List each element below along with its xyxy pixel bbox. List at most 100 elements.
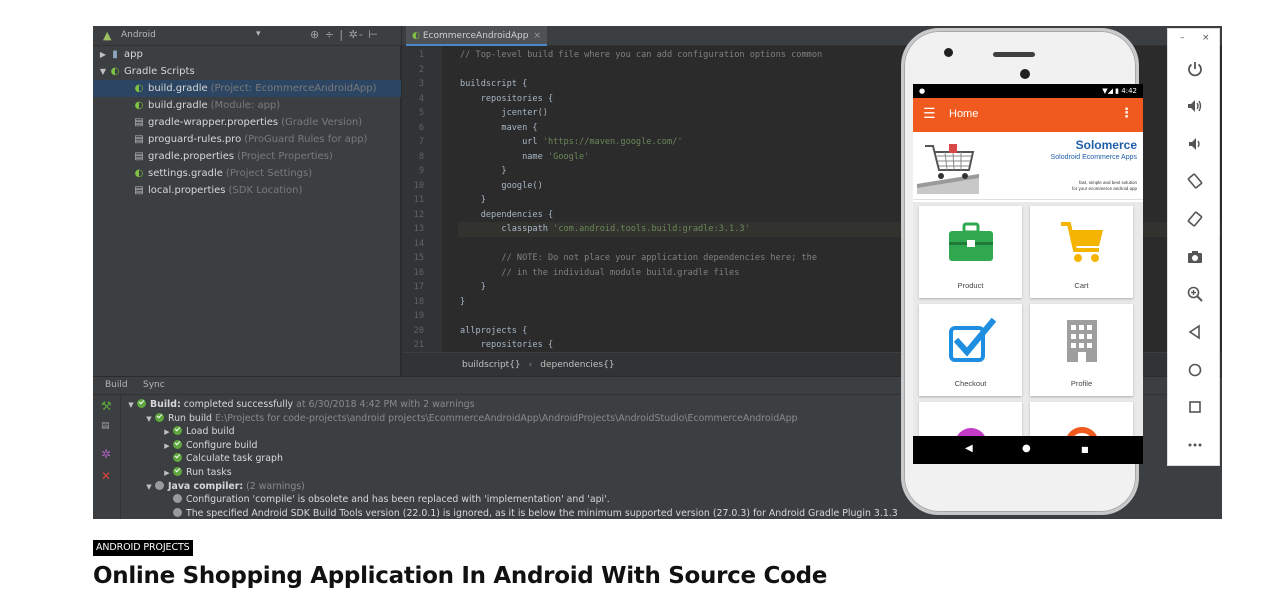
close-button[interactable]: × xyxy=(1202,33,1210,43)
project-tree-item[interactable]: ▤ gradle.properties (Project Properties) xyxy=(93,148,401,165)
chevron-right-icon[interactable]: ▶ xyxy=(161,426,173,440)
code-line[interactable]: // in the individual module build.gradle… xyxy=(460,266,739,281)
breadcrumb-item[interactable]: buildscript{} xyxy=(462,360,521,370)
tree-item-detail: (SDK Location) xyxy=(228,185,303,196)
panel-tools[interactable]: ⊕ ÷ | ✲- ⊢ xyxy=(310,28,379,41)
tree-item-label: proguard-rules.pro xyxy=(148,134,242,145)
tile-checkout[interactable]: Checkout xyxy=(919,304,1022,396)
tile-cart[interactable]: Cart xyxy=(1030,206,1133,298)
overview-icon[interactable] xyxy=(1182,394,1208,420)
volume-up-icon[interactable] xyxy=(1182,93,1208,119)
home-icon[interactable] xyxy=(1182,357,1208,383)
camera-icon[interactable] xyxy=(1182,244,1208,270)
build-output-row[interactable]: ▶ Run tasks xyxy=(161,466,232,480)
more-icon[interactable] xyxy=(1182,432,1208,458)
build-output-row[interactable]: ▼ Run build E:\Projects for code-projects… xyxy=(143,412,798,426)
status-icons: ▼◢ ▮ 4:42 xyxy=(1102,87,1137,95)
line-number: 21 xyxy=(413,340,424,350)
chevron-down-icon[interactable]: ▼ xyxy=(97,63,109,80)
code-line[interactable]: repositories { xyxy=(460,338,553,353)
project-tree-item[interactable]: ▶ ▮ app xyxy=(93,46,401,63)
chevron-down-icon[interactable]: ▾ xyxy=(256,29,261,39)
project-tree-item[interactable]: ▼ ◐ Gradle Scripts xyxy=(93,63,401,80)
chevron-down-icon[interactable]: ▼ xyxy=(125,399,137,413)
check-circle-icon xyxy=(173,467,182,476)
code-line[interactable]: google() xyxy=(460,179,542,194)
build-row-text: Load build xyxy=(186,426,235,438)
banner-subtitle: Solodroid Ecommerce Apps xyxy=(1050,154,1137,161)
toggle-view-icon[interactable]: ▤ xyxy=(101,421,110,431)
build-output-row[interactable]: Calculate task graph xyxy=(161,452,283,466)
tab-build[interactable]: Build xyxy=(105,380,128,390)
project-tree-item[interactable]: ◐ build.gradle (Project: EcommerceAndroidA… xyxy=(93,80,401,97)
build-output-row[interactable]: ▶ Configure build xyxy=(161,439,257,453)
build-output-row[interactable]: ▼ Java compiler: (2 warnings) xyxy=(143,480,305,494)
fold-column xyxy=(442,46,458,352)
hamburger-menu-icon[interactable]: ☰ xyxy=(923,106,936,122)
code-line[interactable]: repositories { xyxy=(460,92,553,107)
code-line[interactable]: dependencies { xyxy=(460,208,553,223)
code-line[interactable]: buildscript { xyxy=(460,77,527,92)
breadcrumb-item[interactable]: dependencies{} xyxy=(540,360,614,370)
zoom-icon[interactable] xyxy=(1182,281,1208,307)
code-line[interactable]: } xyxy=(460,280,486,295)
code-line[interactable]: } xyxy=(460,193,486,208)
code-line[interactable]: name 'Google' xyxy=(460,150,589,165)
overview-icon[interactable]: ■ xyxy=(1081,445,1089,454)
code-line[interactable]: } xyxy=(460,164,506,179)
close-icon[interactable]: × xyxy=(533,31,541,41)
code-line[interactable]: // NOTE: Do not place your application d… xyxy=(460,251,817,266)
build-row-text: The specified Android SDK Build Tools ve… xyxy=(186,507,898,519)
more-vert-icon[interactable]: ⋮ xyxy=(1120,106,1133,121)
rotate-right-icon[interactable] xyxy=(1182,206,1208,232)
rotate-left-icon[interactable] xyxy=(1182,168,1208,194)
properties-file-icon: ▤ xyxy=(134,185,144,196)
code-line[interactable]: classpath 'com.android.tools.build:gradl… xyxy=(460,222,749,237)
build-output-row[interactable]: Configuration 'compile' is obsolete and … xyxy=(161,493,610,507)
tab-sync[interactable]: Sync xyxy=(143,380,165,390)
home-icon[interactable]: ● xyxy=(1022,443,1031,454)
line-number: 15 xyxy=(413,253,424,263)
line-number: 2 xyxy=(418,64,424,75)
gradle-icon: ◐ xyxy=(134,168,144,179)
build-row-detail: (2 warnings) xyxy=(243,480,305,492)
editor-tab[interactable]: ◐ EcommerceAndroidApp × xyxy=(406,26,547,46)
back-icon[interactable]: ◀ xyxy=(965,443,973,454)
chevron-down-icon[interactable]: ▼ xyxy=(143,481,155,495)
article-title[interactable]: Online Shopping Application In Android W… xyxy=(93,563,827,589)
hammer-icon[interactable]: ⚒ xyxy=(101,399,112,413)
tile-product[interactable]: Product xyxy=(919,206,1022,298)
project-tree-item[interactable]: ▤ local.properties (SDK Location) xyxy=(93,182,401,199)
build-output-row[interactable]: The specified Android SDK Build Tools ve… xyxy=(161,507,898,519)
code-line[interactable]: maven { xyxy=(460,121,537,136)
chevron-right-icon[interactable]: ▶ xyxy=(97,46,109,63)
front-camera xyxy=(944,48,953,57)
app-bar: ☰ Home ⋮ xyxy=(913,98,1143,132)
pin-icon[interactable]: ✲ xyxy=(101,447,111,461)
chevron-down-icon[interactable]: ▼ xyxy=(143,413,155,427)
chevron-right-icon[interactable]: ▶ xyxy=(161,467,173,481)
tree-item-detail: (Project: EcommerceAndroidApp) xyxy=(210,83,377,94)
code-line[interactable]: allprojects { xyxy=(460,324,527,339)
code-line[interactable]: jcenter() xyxy=(460,106,548,121)
project-tree-item[interactable]: ◐ build.gradle (Module: app) xyxy=(93,97,401,114)
tree-item-label: local.properties xyxy=(148,185,226,196)
code-line[interactable]: } xyxy=(460,295,465,310)
build-output-row[interactable]: ▼ Build: completed successfully at 6/30/2… xyxy=(125,398,475,412)
minimize-button[interactable]: – xyxy=(1180,33,1185,43)
volume-down-icon[interactable] xyxy=(1182,131,1208,157)
view-selector[interactable]: Android xyxy=(121,30,156,40)
close-icon[interactable]: ✕ xyxy=(101,469,111,483)
category-badge[interactable]: ANDROID PROJECTS xyxy=(93,540,193,556)
code-line[interactable]: url 'https://maven.google.com/' xyxy=(460,135,682,150)
code-line[interactable]: // Top-level build file where you can ad… xyxy=(460,48,822,63)
build-output-row[interactable]: ▶ Load build xyxy=(161,425,235,439)
project-tree-item[interactable]: ▤ gradle-wrapper.properties (Gradle Versio… xyxy=(93,114,401,131)
chevron-right-icon[interactable]: ▶ xyxy=(161,440,173,454)
back-icon[interactable] xyxy=(1182,319,1208,345)
promo-banner: Solomerce Solodroid Ecommerce Apps fast,… xyxy=(913,132,1143,200)
power-icon[interactable] xyxy=(1182,56,1208,82)
project-tree-item[interactable]: ◐ settings.gradle (Project Settings) xyxy=(93,165,401,182)
tile-profile[interactable]: Profile xyxy=(1030,304,1133,396)
project-tree-item[interactable]: ▤ proguard-rules.pro (ProGuard Rules for a… xyxy=(93,131,401,148)
